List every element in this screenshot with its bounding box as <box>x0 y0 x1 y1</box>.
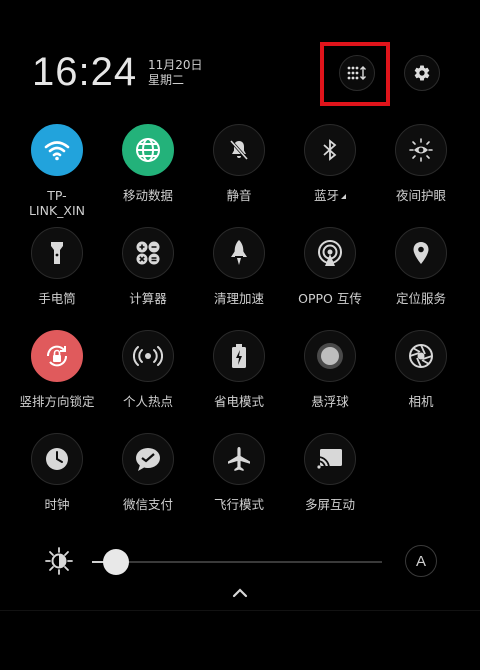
tile-floating-ball[interactable]: 悬浮球 <box>284 330 376 409</box>
rotation-lock-icon <box>46 345 68 367</box>
tile-hotspot[interactable]: 个人热点 <box>102 330 194 409</box>
clock-time[interactable]: 16:24 <box>32 50 137 95</box>
date-text: 11月20日 <box>148 58 203 72</box>
tile-cleanup-button[interactable] <box>213 227 265 279</box>
chevron-up-icon[interactable] <box>231 587 249 599</box>
tile-label: 微信支付 <box>122 497 173 512</box>
tile-label: 相机 <box>408 394 434 409</box>
flashlight-icon <box>51 242 63 264</box>
tile-label: 竖排方向锁定 <box>19 394 95 409</box>
tile-label: 定位服务 <box>395 291 446 306</box>
wifi-icon <box>44 141 70 161</box>
tile-wifi-button[interactable] <box>31 124 83 176</box>
tile-oppo-share-button[interactable] <box>304 227 356 279</box>
tile-night-mode-button[interactable] <box>395 124 447 176</box>
cast-screen-icon <box>317 449 342 469</box>
tile-power-saver-button[interactable] <box>213 330 265 382</box>
tile-label: 手电筒 <box>38 291 76 306</box>
tile-wechat-pay[interactable]: 微信支付 <box>102 433 194 512</box>
tile-mobile-data-button[interactable] <box>122 124 174 176</box>
tile-location[interactable]: 定位服务 <box>375 227 467 306</box>
tile-label: 清理加速 <box>213 291 264 306</box>
tile-label: 多屏互动 <box>304 497 355 512</box>
tile-label: 蓝牙 <box>284 188 376 203</box>
tile-cleanup[interactable]: 清理加速 <box>193 227 285 306</box>
calculator-icon <box>136 241 160 265</box>
camera-aperture-icon <box>409 344 433 368</box>
tile-power-saver[interactable]: 省电模式 <box>193 330 285 409</box>
tile-bluetooth-button[interactable] <box>304 124 356 176</box>
brightness-slider-thumb[interactable] <box>103 549 129 575</box>
tile-label: 悬浮球 <box>311 394 349 409</box>
tile-wechat-pay-button[interactable] <box>122 433 174 485</box>
tile-camera-button[interactable] <box>395 330 447 382</box>
bluetooth-icon <box>323 139 337 161</box>
tile-silent[interactable]: 静音 <box>193 124 285 203</box>
globe-icon <box>136 138 160 162</box>
tile-clock-button[interactable] <box>31 433 83 485</box>
auto-brightness-button[interactable]: A <box>405 545 437 577</box>
tile-silent-button[interactable] <box>213 124 265 176</box>
tile-wifi[interactable]: TP- LINK_XIN <box>11 124 103 218</box>
highlight-box <box>320 42 390 106</box>
tile-flashlight[interactable]: 手电筒 <box>11 227 103 306</box>
tile-multi-screen[interactable]: 多屏互动 <box>284 433 376 512</box>
tile-label: TP- LINK_XIN <box>28 188 86 218</box>
rocket-icon <box>231 240 247 265</box>
battery-saver-icon <box>232 344 246 368</box>
hotspot-icon <box>133 346 163 366</box>
tile-flashlight-button[interactable] <box>31 227 83 279</box>
tile-label: OPPO 互传 <box>298 291 362 306</box>
tile-floating-ball-button[interactable] <box>304 330 356 382</box>
tile-rotation-lock-button[interactable] <box>31 330 83 382</box>
tile-bluetooth[interactable]: 蓝牙 <box>284 124 376 203</box>
brightness-slider-track[interactable] <box>92 561 382 563</box>
eye-sun-icon <box>409 138 433 162</box>
tile-label: 计算器 <box>129 291 167 306</box>
divider <box>0 610 480 611</box>
tile-label: 移动数据 <box>122 188 173 203</box>
tile-mobile-data[interactable]: 移动数据 <box>102 124 194 203</box>
brightness-icon <box>45 547 73 575</box>
bell-muted-icon <box>229 140 249 160</box>
tile-label: 省电模式 <box>213 394 264 409</box>
tile-clock[interactable]: 时钟 <box>11 433 103 512</box>
airplane-icon <box>228 447 250 471</box>
tile-rotation-lock[interactable]: 竖排方向锁定 <box>11 330 103 409</box>
tile-oppo-share[interactable]: OPPO 互传 <box>284 227 376 306</box>
tile-label: 静音 <box>226 188 252 203</box>
tile-calculator[interactable]: 计算器 <box>102 227 194 306</box>
weekday-text: 星期二 <box>148 73 185 87</box>
tile-camera[interactable]: 相机 <box>375 330 467 409</box>
gear-icon <box>414 65 430 81</box>
settings-button[interactable] <box>404 55 440 91</box>
tile-multi-screen-button[interactable] <box>304 433 356 485</box>
share-signal-icon <box>318 240 342 266</box>
tile-label: 时钟 <box>44 497 70 512</box>
tile-label: 个人热点 <box>122 394 173 409</box>
clock-icon <box>46 448 68 470</box>
floating-ball-icon <box>317 343 343 369</box>
wechat-pay-icon <box>136 448 160 471</box>
tile-night-mode[interactable]: 夜间护眼 <box>375 124 467 203</box>
tile-hotspot-button[interactable] <box>122 330 174 382</box>
tile-label: 飞行模式 <box>213 497 264 512</box>
tile-airplane-mode[interactable]: 飞行模式 <box>193 433 285 512</box>
tile-airplane-mode-button[interactable] <box>213 433 265 485</box>
date-block: 11月20日 星期二 <box>148 58 203 88</box>
tile-location-button[interactable] <box>395 227 447 279</box>
tile-label: 夜间护眼 <box>395 188 446 203</box>
tile-calculator-button[interactable] <box>122 227 174 279</box>
location-pin-icon <box>413 242 429 264</box>
